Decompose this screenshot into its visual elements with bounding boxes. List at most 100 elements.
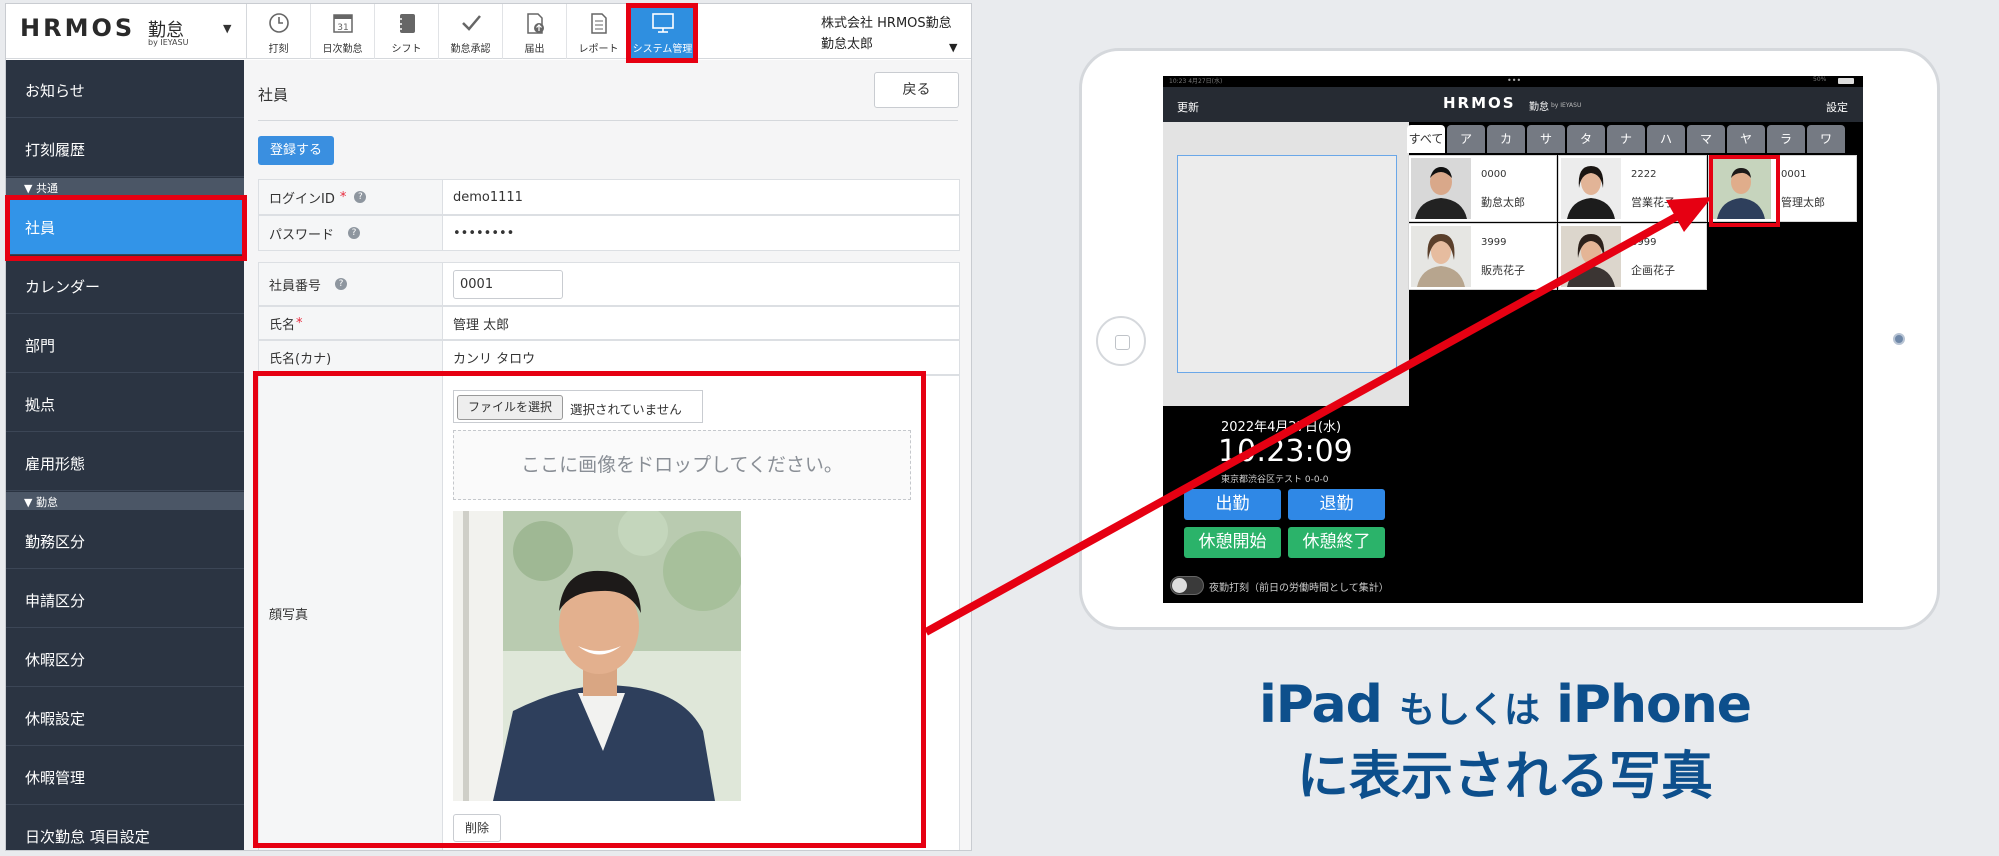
employee-no-input[interactable]: 0001: [453, 269, 563, 299]
back-button[interactable]: 戻る: [874, 72, 959, 108]
clock-in-button[interactable]: 出勤: [1184, 489, 1281, 520]
employee-photo: [1411, 226, 1471, 287]
image-dropzone[interactable]: ここに画像をドロップしてください。: [453, 430, 911, 500]
app-logo[interactable]: HRMOS 勤怠 by IEYASU ▼: [6, 4, 247, 59]
refresh-button[interactable]: 更新: [1177, 99, 1199, 115]
monitor-icon: [631, 11, 694, 35]
sidebar-item-department[interactable]: 部門: [6, 315, 244, 373]
employee-photo: [1711, 158, 1771, 219]
tool-system[interactable]: システム管理: [631, 4, 695, 59]
tab-all[interactable]: すべて: [1407, 125, 1445, 153]
password-value[interactable]: ••••••••: [453, 216, 514, 250]
check-icon: [439, 11, 502, 35]
delete-photo-button[interactable]: 削除: [453, 814, 501, 842]
sidebar-item-employment-type[interactable]: 雇用形態: [6, 433, 244, 491]
break-end-button[interactable]: 休憩終了: [1288, 527, 1385, 558]
sidebar-item-leave-management[interactable]: 休暇管理: [6, 747, 244, 805]
employee-name: 管理太郎: [1781, 196, 1825, 209]
settings-button[interactable]: 設定: [1826, 99, 1848, 115]
night-shift-toggle[interactable]: [1170, 576, 1204, 595]
name-value[interactable]: 管理 太郎: [453, 307, 509, 339]
sidebar-item-leave-settings[interactable]: 休暇設定: [6, 688, 244, 746]
employee-no: 2222: [1631, 169, 1657, 180]
sidebar-item-news[interactable]: お知らせ: [6, 60, 244, 118]
camera-preview: [1163, 122, 1409, 406]
company-menu[interactable]: 株式会社 HRMOS勤怠 勤怠太郎 ▼: [821, 13, 957, 55]
kana-value[interactable]: カンリ タロウ: [453, 341, 535, 374]
tab-ra[interactable]: ラ: [1767, 125, 1805, 153]
tool-approve[interactable]: 勤怠承認: [439, 4, 503, 59]
tab-ya[interactable]: ヤ: [1727, 125, 1765, 153]
chevron-down-icon: ▼: [949, 41, 958, 54]
tool-clock[interactable]: 打刻: [247, 4, 311, 59]
kana-label: 氏名(カナ): [269, 352, 332, 367]
sidebar-section-kintai[interactable]: ▼ 勤怠: [6, 492, 244, 510]
current-date: 2022年4月27日(水): [1221, 420, 1342, 435]
help-icon[interactable]: ?: [348, 227, 361, 239]
employee-card[interactable]: 0001 管理太郎: [1708, 155, 1857, 222]
notebook-icon: [375, 11, 438, 35]
caption-or: もしくは: [1398, 690, 1540, 731]
clock-out-button[interactable]: 退勤: [1288, 489, 1385, 520]
tool-shift[interactable]: シフト: [375, 4, 439, 59]
report-icon: [567, 11, 630, 35]
help-icon[interactable]: ?: [354, 191, 367, 203]
employee-card[interactable]: 0000 勤怠太郎: [1408, 155, 1557, 222]
tab-a[interactable]: ア: [1447, 125, 1485, 153]
employee-card[interactable]: 2222 営業花子: [1558, 155, 1707, 222]
sidebar-item-location[interactable]: 拠点: [6, 374, 244, 432]
chevron-down-icon[interactable]: ▼: [223, 22, 231, 35]
sidebar-item-punch-history[interactable]: 打刻履歴: [6, 119, 244, 177]
tab-sa[interactable]: サ: [1527, 125, 1565, 153]
tab-ha[interactable]: ハ: [1647, 125, 1685, 153]
required-mark: *: [296, 315, 303, 331]
field-label: 顔写真: [259, 376, 443, 850]
punch-panel: 2022年4月27日(水) 10:23:09 東京都渋谷区テスト 0-0-0 出…: [1163, 406, 1409, 603]
tab-ka[interactable]: カ: [1487, 125, 1525, 153]
calendar-icon: 31: [311, 11, 374, 35]
employee-name: 販売花子: [1481, 264, 1525, 277]
sidebar-item-daily-fields[interactable]: 日次勤怠 項目設定: [6, 806, 244, 850]
sidebar-item-request-category[interactable]: 申請区分: [6, 570, 244, 628]
sidebar-item-leave-category[interactable]: 休暇区分: [6, 629, 244, 687]
sidebar-section-common[interactable]: ▼ 共通: [6, 178, 244, 196]
register-button[interactable]: 登録する: [258, 136, 334, 165]
tool-label: 勤怠承認: [450, 44, 491, 55]
tab-ta[interactable]: タ: [1567, 125, 1605, 153]
clock-icon: [247, 11, 310, 35]
file-chooser[interactable]: ファイルを選択 選択されていません: [453, 390, 703, 423]
tab-na[interactable]: ナ: [1607, 125, 1645, 153]
caption-ipad: iPad: [1258, 675, 1383, 735]
camera-icon: [1893, 333, 1905, 345]
field-label: パスワード?: [259, 216, 443, 250]
tool-label: システム管理: [632, 44, 693, 55]
kiosk-logo: HRMOS: [1443, 94, 1516, 112]
emp-no-label: 社員番号: [269, 278, 322, 294]
tab-ma[interactable]: マ: [1687, 125, 1725, 153]
login-id-label: ログインID: [269, 191, 335, 207]
login-id-value[interactable]: demo1111: [453, 180, 523, 214]
ipad-screen: 10:23 4月27日(水) ••• 50% 更新 HRMOS 勤怠 by IE…: [1163, 76, 1863, 603]
face-photo: [453, 511, 741, 801]
tool-request[interactable]: 届出: [503, 4, 567, 59]
sidebar-item-employees[interactable]: 社員: [6, 197, 244, 255]
tab-wa[interactable]: ワ: [1807, 125, 1845, 153]
employee-card[interactable]: 3999 企画花子: [1558, 223, 1707, 290]
home-square-icon: [1115, 335, 1130, 350]
field-label: 氏名 *: [259, 307, 443, 339]
toolbar: 打刻 31 日次勤怠 シフト 勤怠承認 届出 レポート システム管理: [247, 4, 695, 59]
tool-report[interactable]: レポート: [567, 4, 631, 59]
tool-daily[interactable]: 31 日次勤怠: [311, 4, 375, 59]
break-start-button[interactable]: 休憩開始: [1184, 527, 1281, 558]
sidebar-item-work-category[interactable]: 勤務区分: [6, 511, 244, 569]
employee-name: 営業花子: [1631, 196, 1675, 209]
file-select-button[interactable]: ファイルを選択: [457, 395, 563, 420]
employee-name: 企画花子: [1631, 264, 1675, 277]
sidebar-item-calendar[interactable]: カレンダー: [6, 256, 244, 314]
employee-card[interactable]: 3999 販売花子: [1408, 223, 1557, 290]
employee-photo: [1561, 226, 1621, 287]
help-icon[interactable]: ?: [335, 278, 348, 290]
password-label: パスワード: [269, 227, 335, 243]
caption-iphone: iPhone: [1556, 675, 1752, 735]
tool-label: レポート: [578, 44, 619, 55]
